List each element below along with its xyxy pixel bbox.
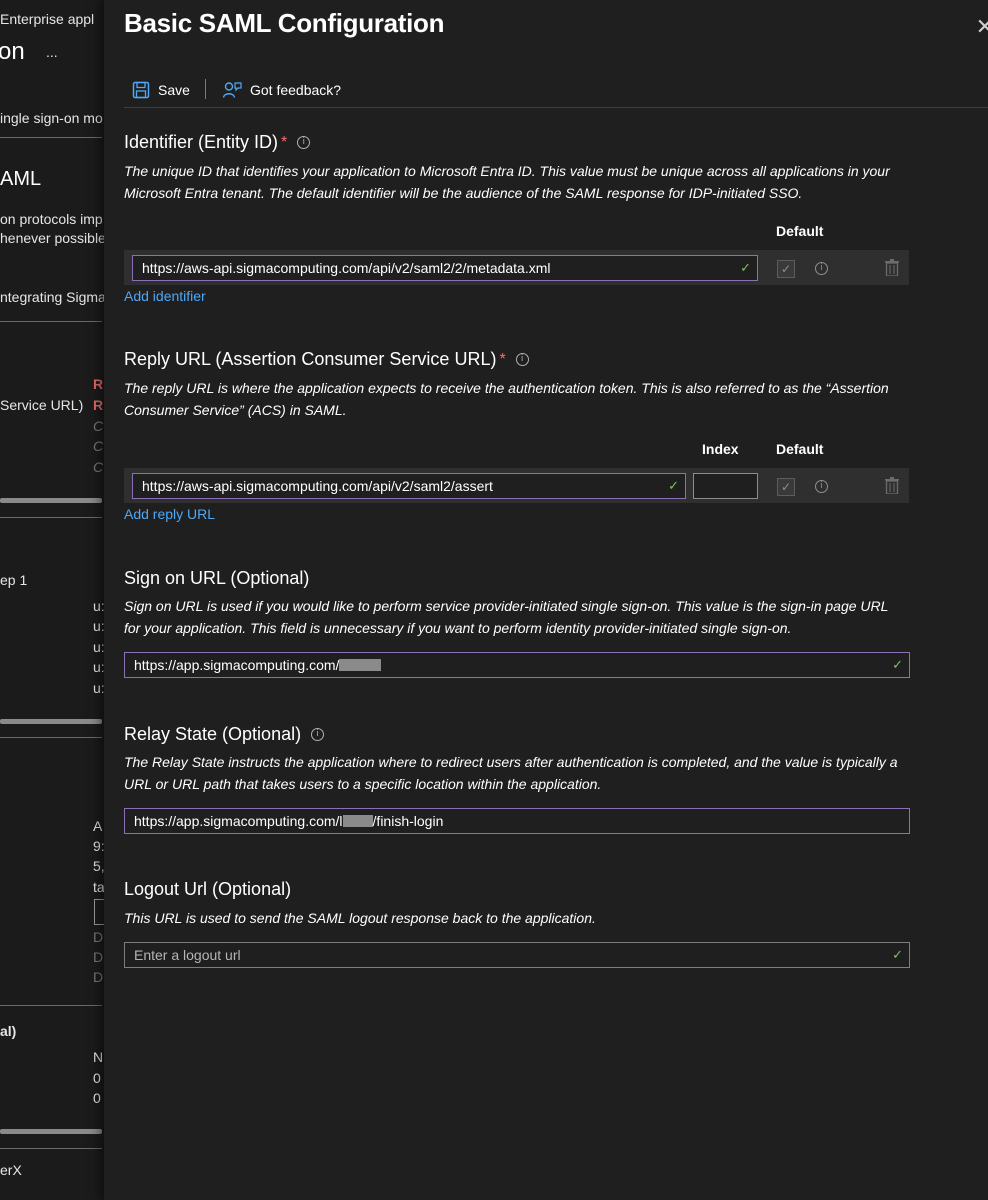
value-fragment-12: 0 [93,1090,101,1106]
identifier-default-checkbox[interactable]: ✓ [777,260,795,278]
valid-check-icon: ✓ [892,657,903,672]
identifier-title: Identifier (Entity ID) [124,132,279,152]
feedback-icon [222,82,242,98]
feedback-label: Got feedback? [250,82,342,98]
reply-url-title: Reply URL (Assertion Consumer Service UR… [124,349,497,369]
page-title: on [0,38,25,65]
reply-url-index-input[interactable] [693,473,758,499]
step-label: ep 1 [0,572,28,588]
identifier-description: The unique ID that identifies your appli… [124,163,890,201]
info-icon[interactable]: i [311,728,325,741]
redacted-mask [339,659,382,671]
trash-icon[interactable] [885,477,899,494]
info-icon[interactable]: i [297,136,311,149]
value-fragment-7: 9: [93,838,104,854]
identifier-row: https://aws-api.sigmacomputing.com/api/v… [124,250,909,285]
protocols-text-1: on protocols imp [0,211,103,227]
value-fragment-5: u: [93,680,104,696]
value-fragment-11: 0 [93,1070,101,1086]
valid-check-icon: ✓ [668,478,679,493]
save-button[interactable]: Save [132,78,190,102]
gray-marker-5: D [93,949,104,965]
saml-config-blade: Basic SAML Configuration ✕ Save Got feed… [104,0,988,1200]
sign-on-title: Sign on URL (Optional) [124,568,310,588]
relay-state-section-title: Relay State (Optional) i [124,724,325,745]
save-icon [132,81,150,99]
identifier-value: https://aws-api.sigmacomputing.com/api/v… [142,260,551,276]
valid-check-icon: ✓ [892,947,903,962]
value-fragment-2: u: [93,618,104,634]
reply-url-input[interactable]: https://aws-api.sigmacomputing.com/api/v… [132,473,686,499]
logout-description: This URL is used to send the SAML logout… [124,910,596,926]
integrating-text: ntegrating Sigma [0,289,104,305]
close-icon[interactable]: ✕ [976,14,988,40]
add-identifier-link[interactable]: Add identifier [124,288,206,304]
value-fragment-3: u: [93,639,104,655]
intro-text: ingle sign-on mo [0,110,103,126]
app-name-fragment: erX [0,1162,22,1178]
value-fragment-10: N [93,1049,104,1065]
section-label-fragment: al) [0,1023,17,1039]
value-fragment-4: u: [93,659,104,675]
relay-state-value-prefix: https://app.sigmacomputing.com/l [134,813,343,829]
gray-marker-3: C [93,459,104,475]
identifier-input[interactable]: https://aws-api.sigmacomputing.com/api/v… [132,255,758,281]
toolbar-divider [205,79,206,99]
reply-url-default-header: Default [776,441,824,457]
blade-title: Basic SAML Configuration [124,8,445,38]
logout-url-input[interactable]: Enter a logout url ✓ [124,942,910,968]
identifier-section-title: Identifier (Entity ID) * i [124,132,311,153]
relay-state-title: Relay State (Optional) [124,724,302,744]
value-fragment-9: ta [93,879,104,895]
red-marker-1: R [93,376,104,392]
valid-check-icon: ✓ [740,260,751,275]
background-input-edge[interactable] [94,899,104,925]
info-icon[interactable]: i [815,262,828,275]
logout-url-placeholder: Enter a logout url [134,947,241,963]
value-fragment-1: u: [93,598,104,614]
reply-url-row: https://aws-api.sigmacomputing.com/api/v… [124,468,909,503]
sign-on-section-title: Sign on URL (Optional) [124,568,309,589]
required-marker: * [281,133,288,151]
info-icon[interactable]: i [515,353,529,366]
sign-on-url-value: https://app.sigmacomputing.com/ [134,657,340,673]
command-bar: Save Got feedback? [124,74,988,108]
gray-marker-4: D [93,929,104,945]
relay-state-description: The Relay State instructs the applicatio… [124,754,898,792]
reply-url-value: https://aws-api.sigmacomputing.com/api/v… [142,478,493,494]
red-marker-2: R [93,397,104,413]
reply-url-section-title: Reply URL (Assertion Consumer Service UR… [124,349,529,370]
breadcrumb[interactable]: Enterprise appl [0,11,94,27]
logout-title: Logout Url (Optional) [124,879,292,899]
background-page: Enterprise appl on ... ingle sign-on mo … [0,0,104,1200]
logout-section-title: Logout Url (Optional) [124,879,291,900]
info-icon[interactable]: i [815,480,828,493]
saml-heading: AML [0,168,42,190]
redacted-mask [342,815,373,827]
gray-marker-2: C [93,438,104,454]
reply-url-index-header: Index [702,441,739,457]
value-fragment-6: A [93,818,103,834]
relay-state-value-suffix: /finish-login [372,813,444,829]
reply-url-default-checkbox[interactable]: ✓ [777,478,795,496]
trash-icon[interactable] [885,259,899,276]
protocols-text-2: henever possible [0,230,104,246]
more-button[interactable]: ... [46,44,58,60]
relay-state-input[interactable]: https://app.sigmacomputing.com/l/finish-… [124,808,910,834]
value-fragment-8: 5, [93,858,104,874]
add-reply-url-link[interactable]: Add reply URL [124,506,215,522]
sign-on-description: Sign on URL is used if you would like to… [124,598,889,636]
reply-label: Service URL) [0,397,84,413]
identifier-default-header: Default [776,223,824,239]
required-marker: * [499,350,506,368]
save-label: Save [158,82,190,98]
reply-url-description: The reply URL is where the application e… [124,380,889,418]
sign-on-url-input[interactable]: https://app.sigmacomputing.com/ ✓ [124,652,910,678]
gray-marker-1: C [93,418,104,434]
gray-marker-6: D [93,969,104,985]
feedback-button[interactable]: Got feedback? [222,78,341,102]
